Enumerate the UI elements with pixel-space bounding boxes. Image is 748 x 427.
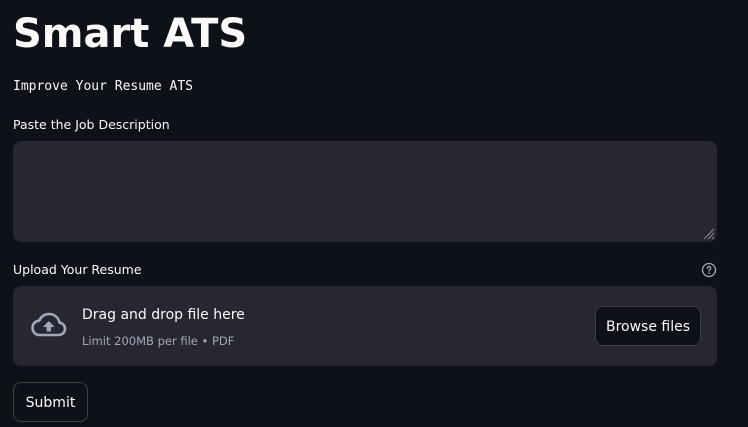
browse-files-button[interactable]: Browse files: [595, 306, 701, 346]
file-dropzone[interactable]: Drag and drop file here Limit 200MB per …: [13, 286, 717, 366]
job-description-label: Paste the Job Description: [13, 117, 170, 132]
question-circle-icon[interactable]: [701, 262, 717, 278]
cloud-upload-icon: [31, 312, 67, 337]
page-title: Smart ATS: [13, 11, 248, 57]
app-page: Smart ATS Improve Your Resume ATS Paste …: [0, 0, 748, 427]
dropzone-instruction: Drag and drop file here: [82, 307, 245, 323]
job-description-textarea[interactable]: [13, 141, 717, 242]
dropzone-limit-text: Limit 200MB per file • PDF: [82, 334, 235, 348]
resize-handle-icon[interactable]: [702, 227, 715, 240]
submit-button[interactable]: Submit: [13, 382, 88, 422]
page-subtitle: Improve Your Resume ATS: [13, 79, 194, 94]
resume-upload-label: Upload Your Resume: [13, 262, 142, 277]
